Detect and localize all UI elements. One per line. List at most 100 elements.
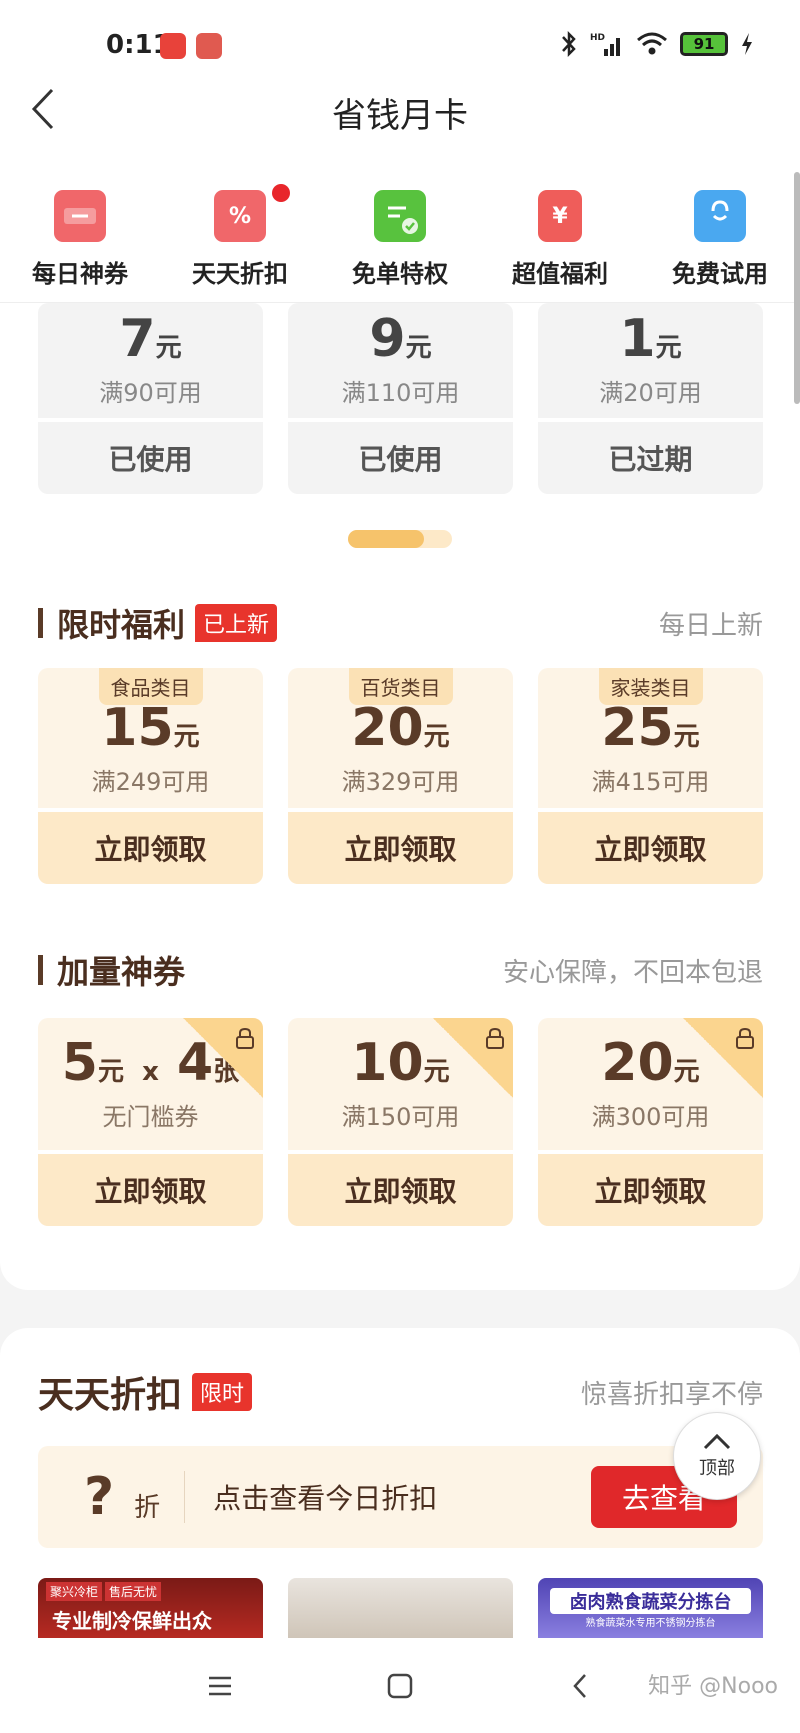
- app-notification-icon: [196, 33, 222, 59]
- coupon-amount: 25元: [601, 702, 699, 754]
- tab-label: 天天折扣: [192, 260, 288, 288]
- used-coupon-row: 7元 满90可用 已使用 9元 满110可用 已使用 1元 满20可用 已过期: [38, 303, 763, 494]
- lock-icon: [236, 1027, 254, 1049]
- coupon-panel: 7元 满90可用 已使用 9元 满110可用 已使用 1元 满20可用 已过期 …: [0, 303, 800, 1290]
- product-card[interactable]: 聚兴冷柜 售后无忧 专业制冷保鲜出众: [38, 1578, 263, 1638]
- free-order-icon: [374, 190, 426, 242]
- amount-value: 25: [601, 697, 674, 758]
- section-subtitle: 每日上新: [658, 610, 763, 641]
- limited-badge: 限时: [192, 1373, 253, 1411]
- back-to-top-button[interactable]: 顶部: [673, 1412, 761, 1500]
- extra-coupon-card: 5元 x 4张 无门槛券 立即领取: [38, 1018, 263, 1226]
- tab-value-benefits[interactable]: ¥ 超值福利: [480, 158, 640, 302]
- page-title: 省钱月卡: [332, 96, 468, 136]
- netease-music-icon: [160, 33, 186, 59]
- extra-coupon-card: 10元 满150可用 立即领取: [288, 1018, 513, 1226]
- section-title: 限时福利: [57, 606, 186, 644]
- coupon-face: 1元 满20可用: [538, 303, 763, 418]
- used-status-button: 已使用: [38, 422, 263, 494]
- charging-icon: [742, 33, 752, 55]
- limited-coupon-card: 食品类目 15元 满249可用 立即领取: [38, 668, 263, 884]
- coupon-face: 家装类目 25元 满415可用: [538, 668, 763, 808]
- coupon-condition: 满329可用: [341, 767, 460, 796]
- limited-coupon-card: 家装类目 25元 满415可用 立即领取: [538, 668, 763, 884]
- discount-hint: 点击查看今日折扣: [213, 1482, 438, 1515]
- expired-coupon-card: 1元 满20可用 已过期: [538, 303, 763, 494]
- battery-icon: 91: [680, 32, 728, 56]
- coupon-face: 20元 满300可用: [538, 1018, 763, 1150]
- tab-daily-coupon[interactable]: 每日神券: [0, 158, 160, 302]
- limited-coupon-card: 百货类目 20元 满329可用 立即领取: [288, 668, 513, 884]
- claim-button[interactable]: 立即领取: [538, 1154, 763, 1226]
- coupon-face: 5元 x 4张 无门槛券: [38, 1018, 263, 1150]
- product-card[interactable]: 卤肉熟食蔬菜分拣台 熟食蔬菜水专用不锈钢分拣台: [538, 1578, 763, 1638]
- amount-value: 20: [601, 1032, 674, 1093]
- claim-button[interactable]: 立即领取: [288, 812, 513, 884]
- section-bar: [38, 608, 43, 638]
- scrollbar[interactable]: [794, 172, 800, 404]
- status-icons: HD 91: [560, 30, 754, 58]
- discount-section-header: 天天折扣 限时 惊喜折扣享不停: [38, 1370, 763, 1416]
- lock-icon: [486, 1027, 504, 1049]
- used-coupon-card: 7元 满90可用 已使用: [38, 303, 263, 494]
- menu-button[interactable]: [205, 1671, 235, 1701]
- coupon-amount: 20元: [351, 702, 449, 754]
- yen-envelope-icon: ¥: [538, 190, 582, 242]
- claim-button[interactable]: 立即领取: [38, 812, 263, 884]
- svg-text:HD: HD: [590, 33, 605, 43]
- tab-free-order[interactable]: 免单特权: [320, 158, 480, 302]
- category-tag: 食品类目: [98, 668, 203, 705]
- title-bar: 省钱月卡: [0, 60, 800, 158]
- coupon-condition: 满110可用: [341, 379, 460, 407]
- discount-unit: 折: [134, 1492, 161, 1523]
- product-title: 卤肉熟食蔬菜分拣台: [550, 1588, 751, 1614]
- category-tag: 百货类目: [348, 668, 453, 705]
- system-back-button[interactable]: [565, 1671, 595, 1701]
- question-mark: ?: [84, 1467, 115, 1527]
- amount-unit: 元: [155, 333, 182, 363]
- product-list: 聚兴冷柜 售后无忧 专业制冷保鲜出众 卤肉熟食蔬菜分拣台 熟食蔬菜水专用不锈钢分…: [38, 1578, 763, 1638]
- amount-unit: 元: [405, 333, 432, 363]
- coupon-face: 7元 满90可用: [38, 303, 263, 418]
- amount-unit: 元: [97, 1056, 124, 1087]
- section-subtitle: 惊喜折扣享不停: [580, 1379, 763, 1410]
- amount-unit: 元: [173, 721, 200, 752]
- amount-value: 5: [61, 1032, 98, 1093]
- lock-icon: [736, 1027, 754, 1049]
- home-button[interactable]: [385, 1671, 415, 1701]
- claim-button[interactable]: 立即领取: [288, 1154, 513, 1226]
- amount-value: 20: [351, 697, 424, 758]
- coupon-amount: 7元: [119, 313, 181, 365]
- tab-daily-discount[interactable]: % 天天折扣: [160, 158, 320, 302]
- product-slogan: 专业制冷保鲜出众: [52, 1609, 212, 1633]
- section-title: 加量神券: [57, 953, 186, 991]
- amount-value: 7: [119, 309, 156, 369]
- coupon-condition: 满20可用: [599, 379, 702, 407]
- shopping-bag-icon: [694, 190, 746, 242]
- used-coupon-card: 9元 满110可用 已使用: [288, 303, 513, 494]
- extra-coupon-row: 5元 x 4张 无门槛券 立即领取 10元 满150可用 立即领取 20元 满3…: [38, 1018, 763, 1226]
- carousel-indicator-active: [348, 530, 424, 548]
- section-bar: [38, 955, 43, 985]
- discount-banner[interactable]: ? 折 点击查看今日折扣 去查看: [38, 1446, 763, 1548]
- divider: [184, 1471, 186, 1523]
- extra-section-header: 加量神券 安心保障，不回本包退: [38, 948, 763, 992]
- amount-unit: 元: [423, 721, 450, 752]
- back-arrow-icon: [573, 1673, 586, 1698]
- limited-coupon-row: 食品类目 15元 满249可用 立即领取 百货类目 20元 满329可用 立即领…: [38, 668, 763, 884]
- coupon-face: 10元 满150可用: [288, 1018, 513, 1150]
- product-card[interactable]: [288, 1578, 513, 1638]
- home-square-icon: [387, 1673, 413, 1698]
- coupon-condition: 满150可用: [341, 1102, 460, 1131]
- tab-label: 免单特权: [352, 260, 448, 288]
- claim-button[interactable]: 立即领取: [38, 1154, 263, 1226]
- product-subtitle: 熟食蔬菜水专用不锈钢分拣台: [585, 1618, 716, 1629]
- percent-icon: %: [214, 190, 266, 242]
- amount-value: 15: [101, 697, 174, 758]
- tab-free-trial[interactable]: 免费试用: [640, 158, 800, 302]
- section-title: 天天折扣: [38, 1375, 183, 1416]
- claim-button[interactable]: 立即领取: [538, 812, 763, 884]
- notification-dot: [272, 184, 290, 202]
- coupon-icon: [54, 190, 106, 242]
- coupon-condition: 满415可用: [591, 767, 710, 796]
